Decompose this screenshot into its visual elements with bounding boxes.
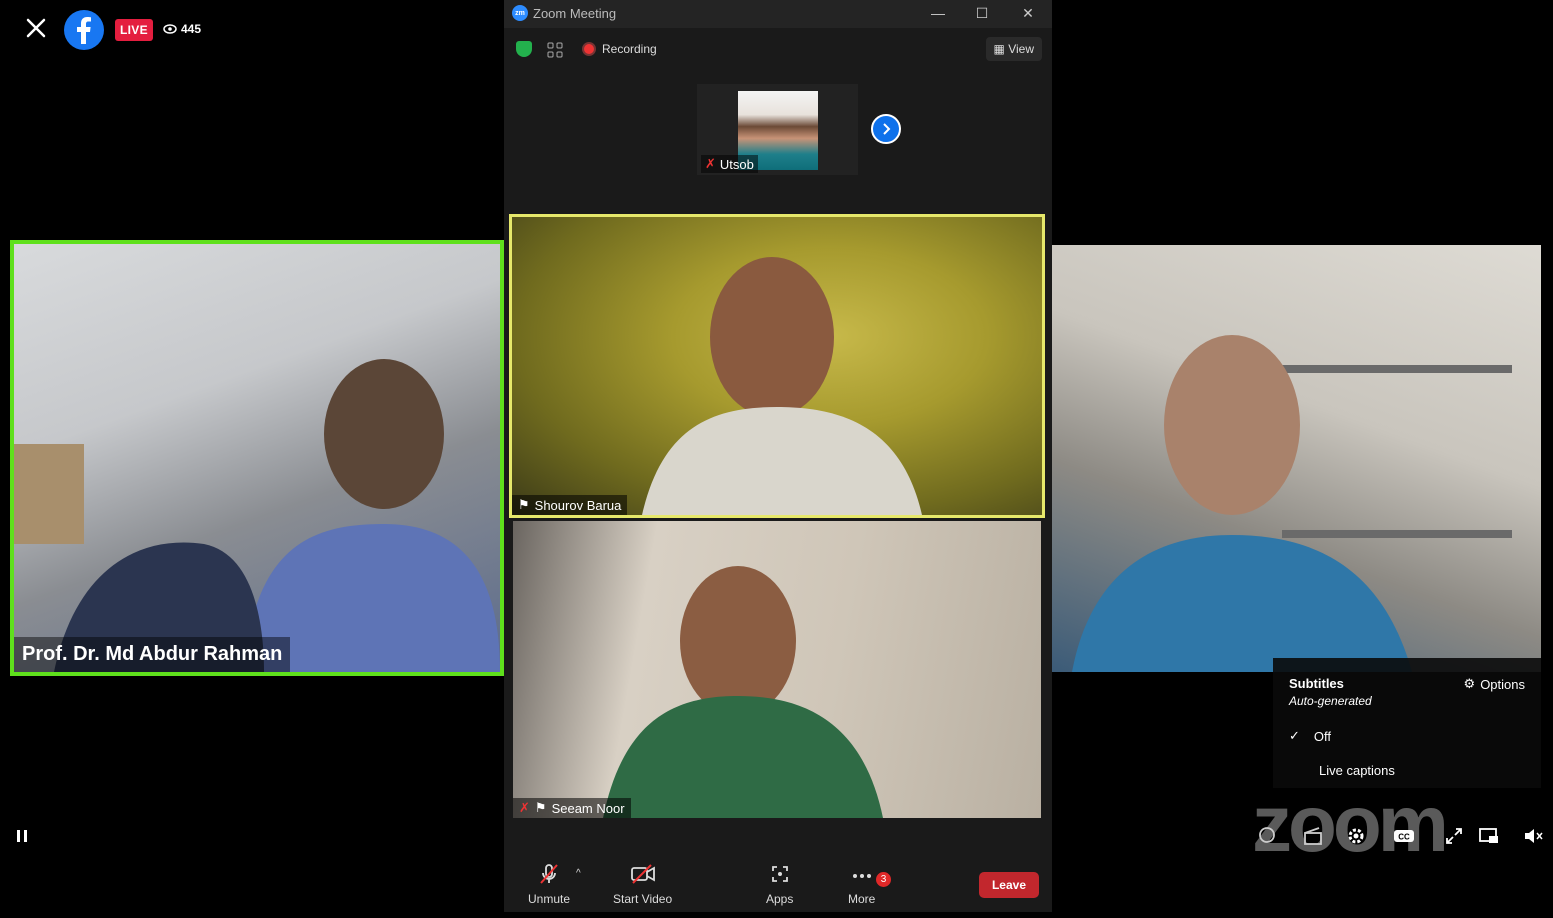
subtitle-option-live-captions[interactable]: Live captions (1319, 763, 1395, 778)
closed-captions-icon[interactable]: CC (1393, 825, 1415, 847)
chevron-right-icon (883, 123, 891, 135)
tile-participant-name: Shourov Barua (534, 497, 622, 513)
volume-muted-icon[interactable] (1522, 825, 1544, 847)
comment-icon[interactable] (1256, 825, 1278, 847)
subtitle-option-off[interactable]: ✓ Off (1289, 728, 1331, 744)
view-label: View (1008, 42, 1034, 56)
viewer-count-value: 445 (181, 22, 202, 36)
facebook-logo-icon (64, 10, 104, 50)
start-video-button[interactable]: Start Video (613, 862, 672, 906)
clapper-icon[interactable] (1302, 825, 1324, 847)
gear-icon: ⚙ (1463, 676, 1476, 691)
minimize-button[interactable]: — (928, 4, 948, 24)
close-window-button[interactable]: ✕ (1018, 4, 1038, 24)
unmute-label: Unmute (528, 892, 571, 906)
view-grid-icon: ▦ (993, 42, 1005, 56)
apps-label: Apps (766, 892, 794, 906)
view-button[interactable]: ▦ View (985, 37, 1042, 61)
participant-name-label: Prof. Dr. Md Abdur Rahman (14, 637, 291, 672)
subtitles-options-button[interactable]: ⚙ Options (1464, 676, 1525, 692)
more-button[interactable]: 3 More (848, 862, 891, 906)
live-badge: LIVE (115, 19, 153, 41)
zoom-window: zm Zoom Meeting — ☐ ✕ Recording ▦ View ✗… (504, 0, 1052, 912)
recording-label: Recording (602, 42, 657, 56)
picture-in-picture-icon[interactable] (1478, 825, 1500, 847)
participant-thumbnail[interactable]: ✗ Utsob (697, 84, 858, 175)
zoom-control-bar: Unmute ^ Start Video Apps 3 More Leave (504, 850, 1052, 912)
window-title: Zoom Meeting (533, 6, 617, 21)
subtitles-subtitle: Auto-generated (1289, 694, 1372, 708)
subtitles-menu: Subtitles Auto-generated ⚙ Options ✓ Off… (1273, 658, 1541, 788)
recording-dot-icon (582, 42, 596, 56)
apps-icon (771, 866, 788, 882)
close-button[interactable] (22, 14, 50, 42)
thumbnail-name-tag: ✗ Utsob (701, 155, 758, 173)
more-label: More (848, 892, 876, 906)
leave-button[interactable]: Leave (978, 872, 1039, 898)
subtitle-option-label: Off (1313, 728, 1332, 744)
maximize-button[interactable]: ☐ (972, 4, 992, 24)
video-tile[interactable]: ✗ ⚑ Seeam Noor (513, 521, 1041, 818)
tile-video-frame (603, 566, 883, 818)
fullscreen-icon[interactable] (1443, 825, 1465, 847)
checkmark-icon: ✓ (1289, 728, 1300, 743)
right-video-frame (1072, 335, 1512, 672)
start-video-label: Start Video (613, 892, 673, 906)
subtitles-title: Subtitles (1289, 676, 1344, 691)
tile-name-tag: ⚑ Shourov Barua (512, 495, 628, 515)
more-dots-icon (852, 874, 871, 878)
muted-mic-icon: ✗ (705, 156, 716, 171)
close-icon (26, 18, 46, 38)
security-shield-icon[interactable] (516, 41, 532, 57)
viewer-count: 445 (163, 22, 201, 36)
microphone-muted-icon (540, 864, 558, 884)
zoom-title-bar: zm Zoom Meeting — ☐ ✕ (504, 0, 1052, 28)
options-label: Options (1480, 676, 1525, 692)
zoom-logo-icon: zm (512, 5, 528, 21)
zoom-watermark: zoom (1252, 779, 1449, 868)
pin-icon: ⚑ (534, 800, 547, 815)
tile-name-tag: ✗ ⚑ Seeam Noor (513, 798, 631, 818)
muted-mic-icon: ✗ (519, 800, 530, 815)
more-notification-badge: 3 (876, 872, 891, 887)
tile-video-frame (642, 257, 922, 515)
svg-text:CC: CC (1398, 833, 1410, 842)
right-participant-video (1052, 245, 1541, 672)
unmute-button[interactable]: Unmute (528, 862, 570, 906)
recording-indicator[interactable]: Recording (582, 42, 657, 56)
player-controls: CC (1256, 825, 1546, 849)
next-page-button[interactable] (871, 114, 901, 144)
left-video-frame (14, 359, 500, 672)
tile-participant-name: Seeam Noor (551, 800, 625, 816)
pause-button[interactable] (15, 828, 29, 849)
apps-button[interactable]: Apps (766, 862, 793, 906)
video-camera-off-icon (630, 864, 655, 884)
pin-icon: ⚑ (518, 497, 530, 512)
settings-gear-icon[interactable] (1345, 825, 1367, 847)
gallery-grid-icon[interactable] (547, 42, 563, 58)
left-participant-video: Prof. Dr. Md Abdur Rahman (10, 240, 504, 676)
eye-icon (163, 24, 177, 34)
zoom-top-toolbar: Recording ▦ View (504, 36, 1052, 64)
audio-options-caret[interactable]: ^ (576, 868, 581, 879)
pause-icon (17, 830, 27, 842)
thumbnail-name: Utsob (719, 156, 754, 172)
video-tile-active-speaker[interactable]: ⚑ Shourov Barua (509, 214, 1045, 518)
